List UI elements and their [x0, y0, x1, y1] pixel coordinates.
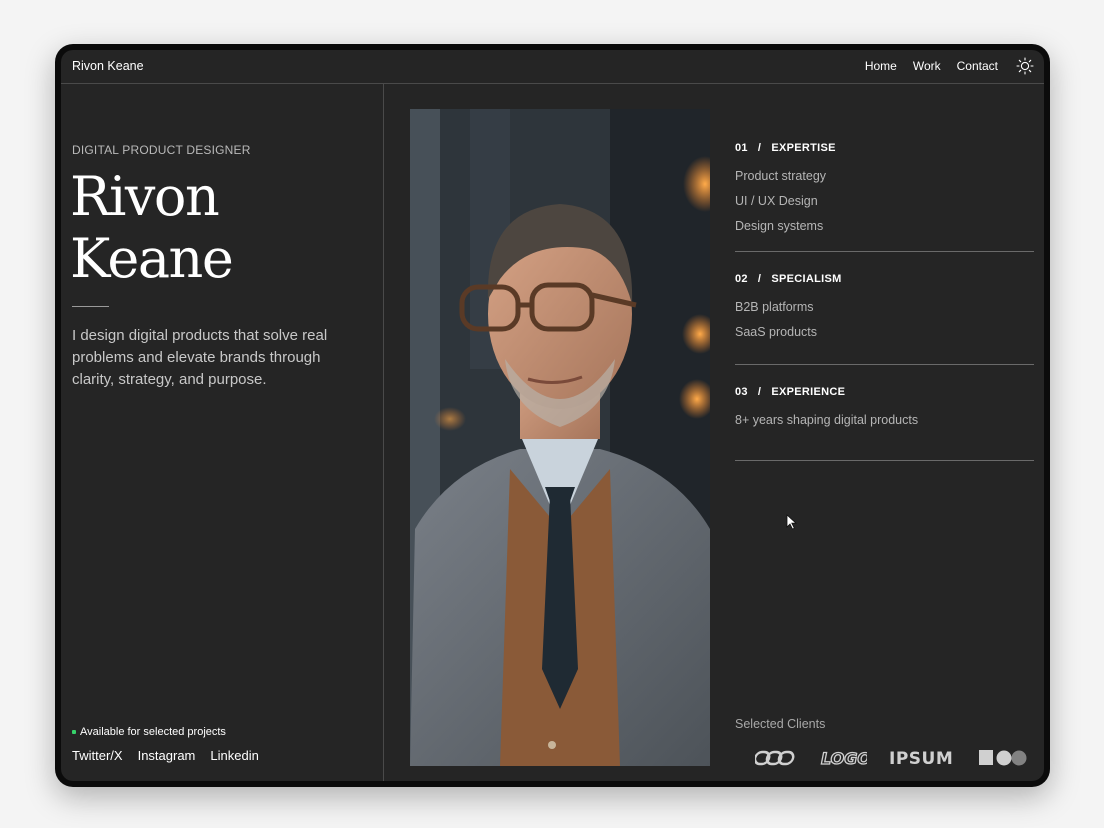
section-divider: [735, 364, 1034, 365]
intro-column: DIGITAL PRODUCT DESIGNER Rivon Keane I d…: [61, 84, 384, 781]
section-separator: /: [757, 142, 762, 154]
ipsum-logo-icon: IPSUM: [889, 749, 953, 767]
list-item: B2B platforms: [735, 300, 814, 314]
linkedin-link[interactable]: Linkedin: [210, 748, 258, 763]
main-nav: Home Work Contact: [865, 59, 998, 73]
section-separator: /: [757, 273, 762, 285]
list-item: UI / UX Design: [735, 194, 818, 208]
twitter-link[interactable]: Twitter/X: [72, 748, 123, 763]
sun-icon[interactable]: [1016, 57, 1034, 75]
section-title: SPECIALISM: [771, 273, 842, 285]
section-title: EXPERIENCE: [771, 386, 846, 398]
shapes-logo-icon: [979, 750, 1027, 766]
section-number: 01: [735, 142, 748, 154]
hero-name: Rivon Keane: [70, 165, 234, 290]
top-bar: Rivon Keane Home Work Contact: [61, 50, 1044, 84]
portfolio-page: Rivon Keane Home Work Contact DIGITAL PR…: [61, 50, 1044, 781]
section-heading: 02 / SPECIALISM: [735, 273, 1034, 285]
expertise-section: 01 / EXPERTISE Product strategy UI / UX …: [735, 142, 1034, 233]
hero-name-line1: Rivon: [70, 165, 220, 228]
section-number: 02: [735, 273, 748, 285]
hero-name-line2: Keane: [70, 227, 234, 290]
instagram-link[interactable]: Instagram: [138, 748, 196, 763]
section-heading: 03 / EXPERIENCE: [735, 386, 1034, 398]
section-divider: [735, 251, 1034, 252]
availability-text: Available for selected projects: [80, 726, 226, 738]
intro-text: I design digital products that solve rea…: [72, 327, 328, 388]
section-number: 03: [735, 386, 748, 398]
list-item: 8+ years shaping digital products: [735, 413, 919, 427]
role-label: DIGITAL PRODUCT DESIGNER: [72, 143, 251, 157]
status-dot-icon: [72, 730, 76, 734]
portrait-image: [410, 109, 710, 766]
experience-section: 03 / EXPERIENCE 8+ years shaping digital…: [735, 386, 1034, 427]
brand-name[interactable]: Rivon Keane: [72, 59, 144, 73]
nav-contact-link[interactable]: Contact: [957, 59, 998, 73]
client-logos: LOGO IPSUM: [755, 749, 1029, 767]
mouse-cursor-icon: [786, 514, 798, 530]
list-item: SaaS products: [735, 325, 817, 339]
title-rule: [72, 306, 109, 307]
list-item: Product strategy: [735, 169, 827, 183]
portrait-photo-icon: [410, 109, 710, 766]
availability-status: Available for selected projects: [72, 726, 226, 738]
list-item: Design systems: [735, 219, 824, 233]
nav-work-link[interactable]: Work: [913, 59, 941, 73]
nav-home-link[interactable]: Home: [865, 59, 897, 73]
clients-label: Selected Clients: [735, 717, 826, 731]
device-frame: Rivon Keane Home Work Contact DIGITAL PR…: [55, 44, 1050, 787]
section-separator: /: [757, 386, 762, 398]
section-divider: [735, 460, 1034, 461]
section-heading: 01 / EXPERTISE: [735, 142, 1034, 154]
chain-logo-icon: [755, 750, 795, 766]
ipsum-logo-text: IPSUM: [889, 749, 953, 767]
logo-wordmark-text: LOGO: [821, 749, 867, 767]
logo-wordmark-icon: LOGO: [820, 749, 867, 767]
section-title: EXPERTISE: [771, 142, 836, 154]
specialism-section: 02 / SPECIALISM B2B platforms SaaS produ…: [735, 273, 1034, 339]
details-column: 01 / EXPERTISE Product strategy UI / UX …: [735, 84, 1034, 781]
social-links: Twitter/X Instagram Linkedin: [72, 748, 259, 763]
